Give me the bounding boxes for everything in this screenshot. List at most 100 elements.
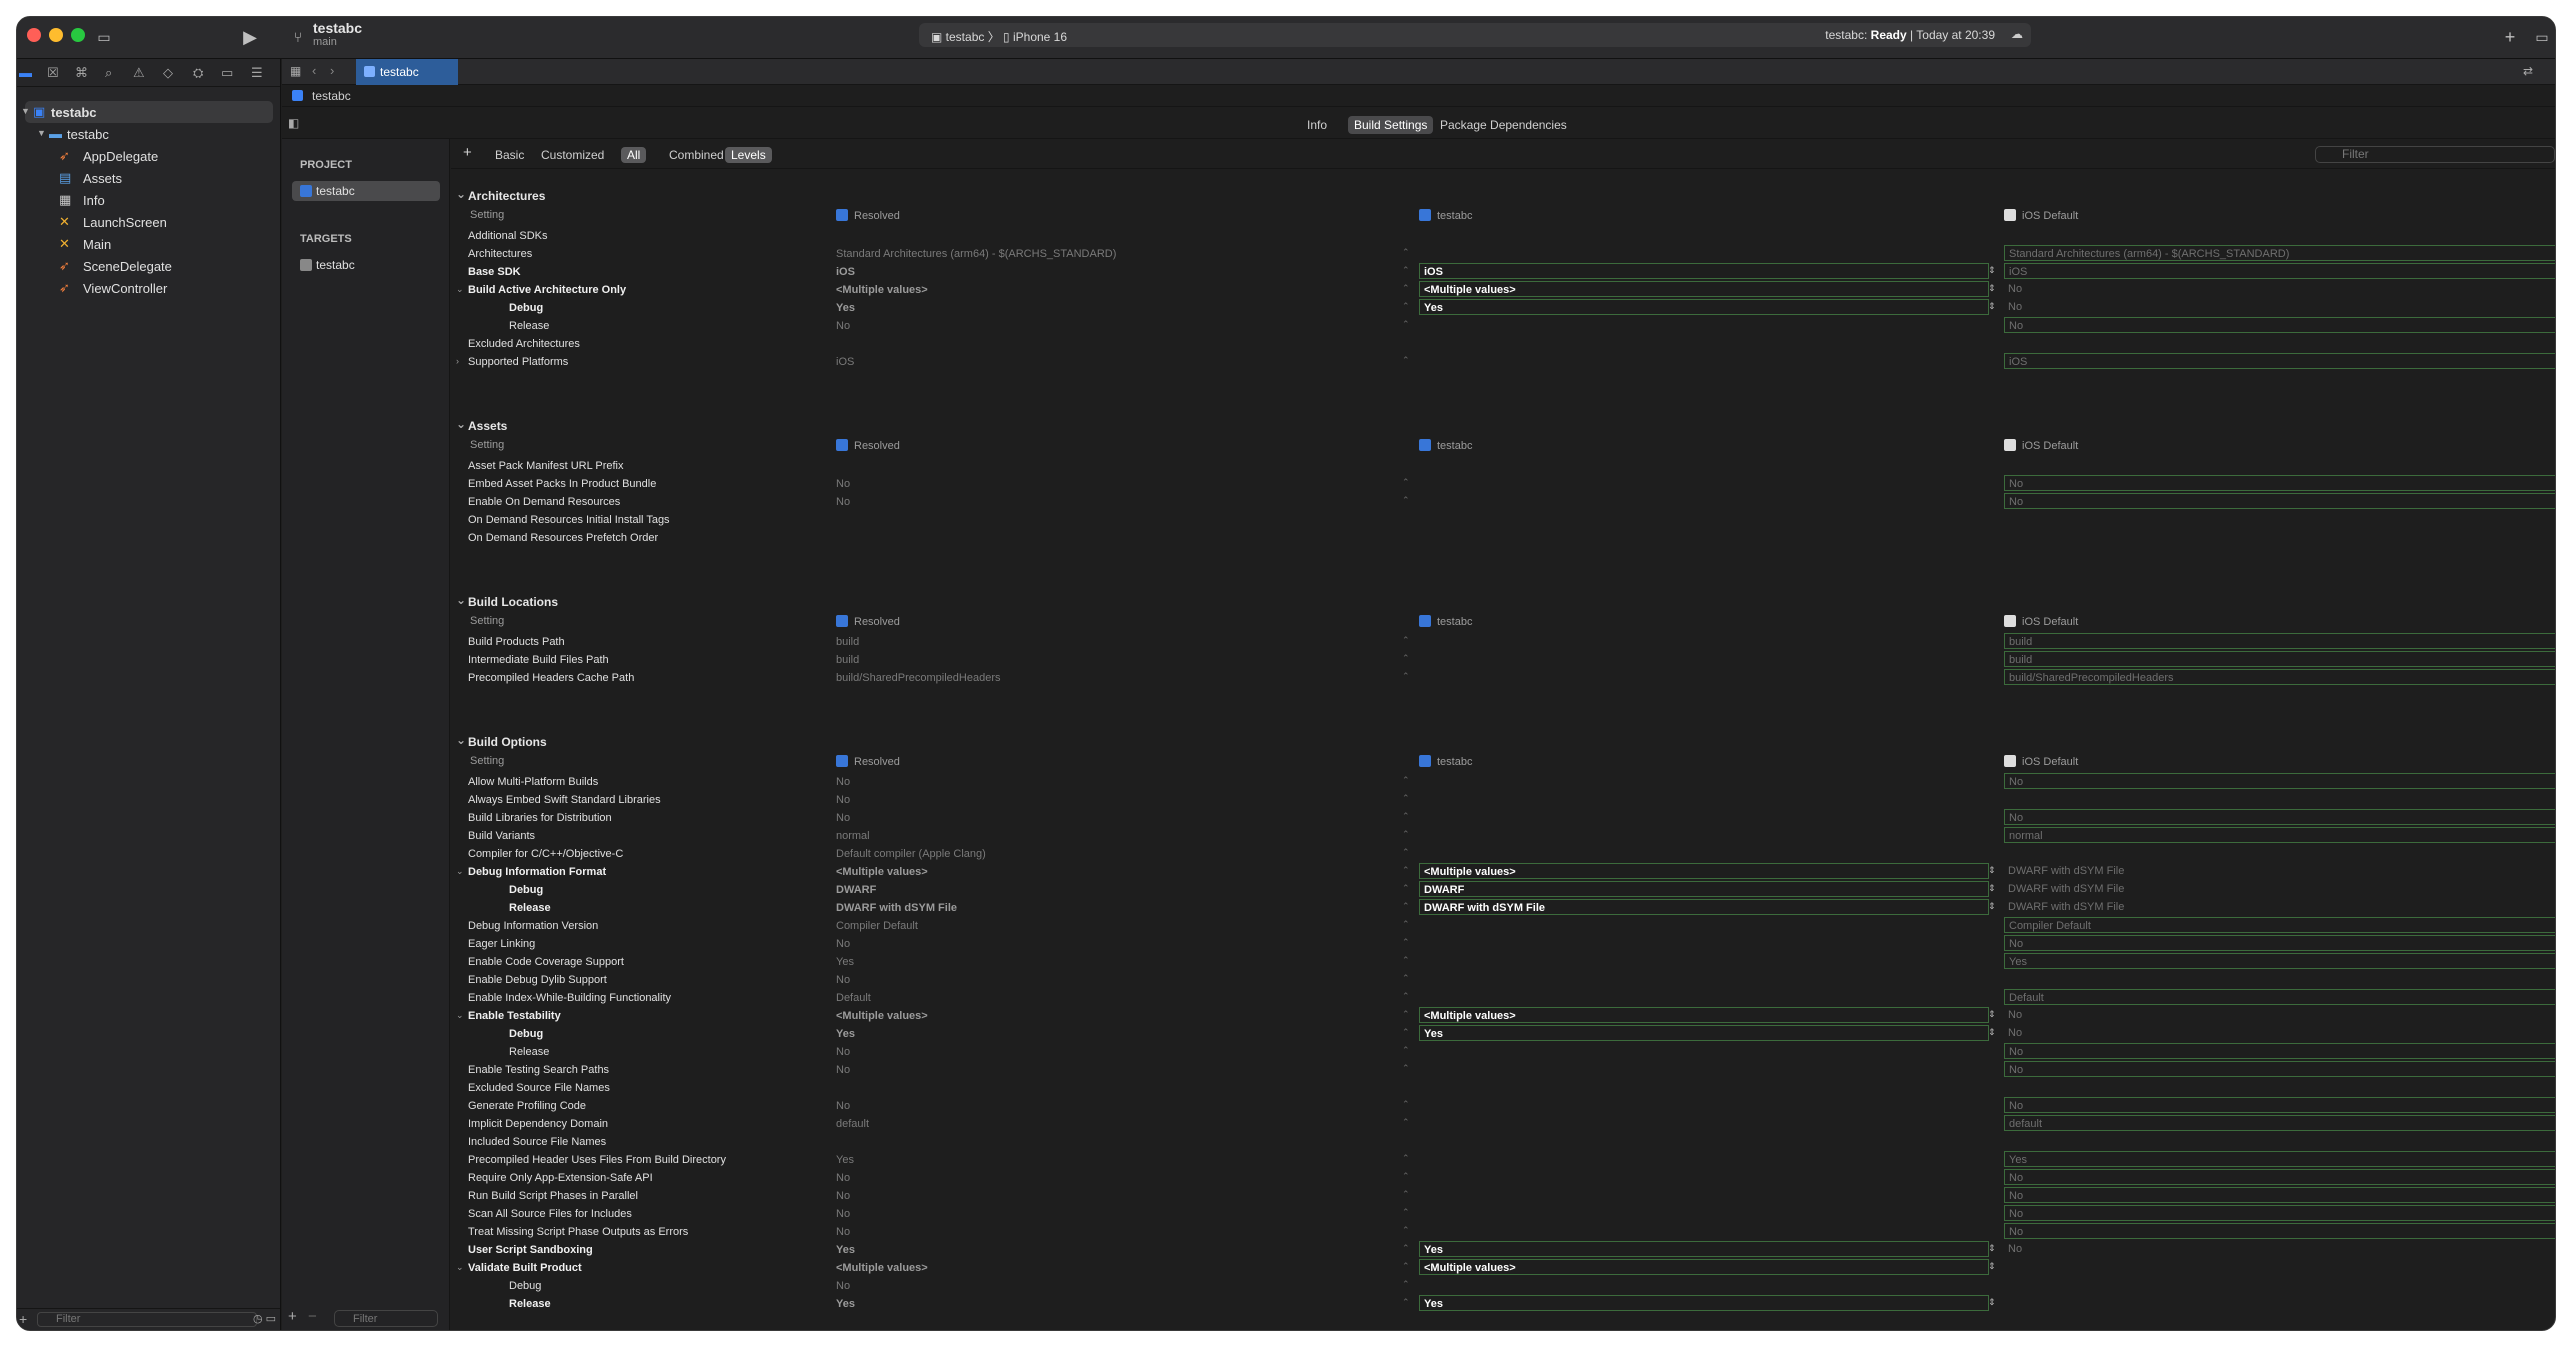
- setting-row[interactable]: Enable On Demand Resources No ⌃ No: [451, 493, 2555, 511]
- section-title[interactable]: Assets ⌄: [456, 417, 507, 433]
- stepper-icon[interactable]: ⌃: [1402, 301, 1410, 312]
- stepper-icon[interactable]: ⌃: [1402, 829, 1410, 840]
- scheme-title[interactable]: testabc: [313, 20, 362, 36]
- build-settings-search[interactable]: Filter: [2315, 146, 2555, 163]
- zoom-button[interactable]: [71, 28, 85, 42]
- popup-icon[interactable]: ⇕: [1988, 1297, 1996, 1308]
- target-value[interactable]: <Multiple values>: [1419, 1007, 1989, 1023]
- run-destination[interactable]: ▣ testabc 〉 ▯ iPhone 16: [931, 28, 1067, 45]
- tab-info[interactable]: Info: [1301, 116, 1333, 134]
- navigator-filter-input[interactable]: Filter: [37, 1312, 257, 1327]
- setting-row[interactable]: Compiler for C/C++/Objective-C Default co…: [451, 845, 2555, 863]
- setting-row[interactable]: Require Only App-Extension-Safe API No ⌃ No: [451, 1169, 2555, 1187]
- stepper-icon[interactable]: ⌃: [1402, 775, 1410, 786]
- run-icon[interactable]: ▶: [241, 28, 259, 46]
- close-button[interactable]: [27, 28, 41, 42]
- stepper-icon[interactable]: ⌃: [1402, 1189, 1410, 1200]
- stepper-icon[interactable]: ⌃: [1402, 1171, 1410, 1182]
- setting-row[interactable]: Run Build Script Phases in Parallel No ⌃ No: [451, 1187, 2555, 1205]
- stepper-icon[interactable]: ⌃: [1402, 355, 1410, 366]
- target-value[interactable]: DWARF with dSYM File: [1419, 899, 1989, 915]
- stepper-icon[interactable]: ⌃: [1402, 1153, 1410, 1164]
- popup-icon[interactable]: ⇕: [1988, 1261, 1996, 1272]
- setting-row[interactable]: Debug DWARF ⌃ DWARF ⇕ DWARF with dSYM File: [451, 881, 2555, 899]
- stepper-icon[interactable]: ⌃: [1402, 495, 1410, 506]
- expanded-chevron-icon[interactable]: ⌄: [456, 284, 464, 295]
- setting-row[interactable]: Build Products Path build ⌃ build: [451, 633, 2555, 651]
- stepper-icon[interactable]: ⌃: [1402, 1279, 1410, 1290]
- setting-row[interactable]: ⌄ Build Active Architecture Only <Multiple…: [451, 281, 2555, 299]
- filter-basic[interactable]: Basic: [489, 147, 530, 163]
- section-title[interactable]: Architectures ⌄: [456, 187, 545, 203]
- target-value[interactable]: DWARF: [1419, 881, 1989, 897]
- forward-icon[interactable]: ›: [330, 63, 334, 78]
- remove-target-icon[interactable]: −: [308, 1308, 317, 1325]
- disclosure-icon[interactable]: ▼: [21, 106, 30, 116]
- setting-row[interactable]: Precompiled Headers Cache Path build/Shar…: [451, 669, 2555, 687]
- add-file-icon[interactable]: +: [19, 1311, 27, 1327]
- disclosure-icon[interactable]: ⌄: [456, 187, 466, 201]
- popup-icon[interactable]: ⇕: [1988, 301, 1996, 312]
- popup-icon[interactable]: ⇕: [1988, 265, 1996, 276]
- stepper-icon[interactable]: ⌃: [1402, 991, 1410, 1002]
- setting-row[interactable]: Base SDK iOS ⌃ iOS ⇕ iOS: [451, 263, 2555, 281]
- setting-row[interactable]: Release DWARF with dSYM File ⌃ DWARF with d…: [451, 899, 2555, 917]
- add-target-icon[interactable]: +: [288, 1308, 297, 1325]
- target-value[interactable]: Yes: [1419, 1241, 1989, 1257]
- expanded-chevron-icon[interactable]: ⌄: [456, 1262, 464, 1273]
- stepper-icon[interactable]: ⌃: [1402, 671, 1410, 682]
- add-setting-button[interactable]: +: [457, 143, 478, 162]
- stepper-icon[interactable]: ⌃: [1402, 919, 1410, 930]
- target-value[interactable]: iOS: [1419, 263, 1989, 279]
- expanded-chevron-icon[interactable]: ⌄: [456, 1010, 464, 1021]
- stepper-icon[interactable]: ⌃: [1402, 973, 1410, 984]
- setting-row[interactable]: Enable Index-While-Building Functionalit…: [451, 989, 2555, 1007]
- stepper-icon[interactable]: ⌃: [1402, 937, 1410, 948]
- target-value[interactable]: <Multiple values>: [1419, 281, 1989, 297]
- target-value[interactable]: <Multiple values>: [1419, 863, 1989, 879]
- bookmark-icon[interactable]: ⌘: [75, 65, 88, 81]
- stepper-icon[interactable]: ⌃: [1402, 1297, 1410, 1308]
- tab-package-dependencies[interactable]: Package Dependencies: [1434, 116, 1573, 134]
- find-icon[interactable]: ⌕: [105, 65, 112, 81]
- navigator-item-info[interactable]: ▦ Info: [17, 189, 280, 211]
- disclosure-icon[interactable]: ⌄: [456, 417, 466, 431]
- navigator-item-folder[interactable]: ▼ ▬ testabc: [17, 123, 280, 145]
- filter-combined[interactable]: Combined: [663, 147, 730, 163]
- stepper-icon[interactable]: ⌃: [1402, 635, 1410, 646]
- setting-row[interactable]: Debug Information Version Compiler Defaul…: [451, 917, 2555, 935]
- stepper-icon[interactable]: ⌃: [1402, 865, 1410, 876]
- swap-icon[interactable]: ⇄: [2523, 64, 2533, 78]
- targets-filter-input[interactable]: Filter: [334, 1310, 438, 1327]
- filter-levels[interactable]: Levels: [725, 147, 772, 163]
- setting-row[interactable]: Embed Asset Packs In Product Bundle No ⌃ No: [451, 475, 2555, 493]
- issue-icon[interactable]: ⚠: [133, 65, 145, 81]
- setting-row[interactable]: Release Yes ⌃ Yes ⇕: [451, 1295, 2555, 1313]
- minimize-button[interactable]: [49, 28, 63, 42]
- setting-row[interactable]: Debug Yes ⌃ Yes ⇕ No: [451, 299, 2555, 317]
- setting-row[interactable]: Additional SDKs: [451, 227, 2555, 245]
- disclosure-icon[interactable]: ⌄: [456, 733, 466, 747]
- navigator-item-viewcontroller[interactable]: ➶ ViewController: [17, 277, 280, 299]
- stepper-icon[interactable]: ⌃: [1402, 1225, 1410, 1236]
- navigator-item-scenedelegate[interactable]: ➶ SceneDelegate: [17, 255, 280, 277]
- setting-row[interactable]: Generate Profiling Code No ⌃ No: [451, 1097, 2555, 1115]
- setting-row[interactable]: Debug Yes ⌃ Yes ⇕ No: [451, 1025, 2555, 1043]
- project-item[interactable]: testabc: [292, 181, 440, 201]
- popup-icon[interactable]: ⇕: [1988, 883, 1996, 894]
- stepper-icon[interactable]: ⌃: [1402, 901, 1410, 912]
- stepper-icon[interactable]: ⌃: [1402, 1099, 1410, 1110]
- stepper-icon[interactable]: ⌃: [1402, 1261, 1410, 1272]
- filter-options-icon[interactable]: ◷ ▭: [253, 1312, 276, 1325]
- section-title[interactable]: Build Options ⌄: [456, 733, 547, 749]
- setting-row[interactable]: On Demand Resources Initial Install Tags: [451, 511, 2555, 529]
- folder-nav-icon[interactable]: ▬: [19, 65, 32, 80]
- setting-row[interactable]: Excluded Architectures: [451, 335, 2555, 353]
- filter-customized[interactable]: Customized: [535, 147, 610, 163]
- target-value[interactable]: <Multiple values>: [1419, 1259, 1989, 1275]
- stepper-icon[interactable]: ⌃: [1402, 477, 1410, 488]
- popup-icon[interactable]: ⇕: [1988, 1243, 1996, 1254]
- breakpoint-icon[interactable]: ▭: [221, 65, 233, 81]
- debug-icon[interactable]: ⛭: [193, 65, 203, 81]
- stepper-icon[interactable]: ⌃: [1402, 283, 1410, 294]
